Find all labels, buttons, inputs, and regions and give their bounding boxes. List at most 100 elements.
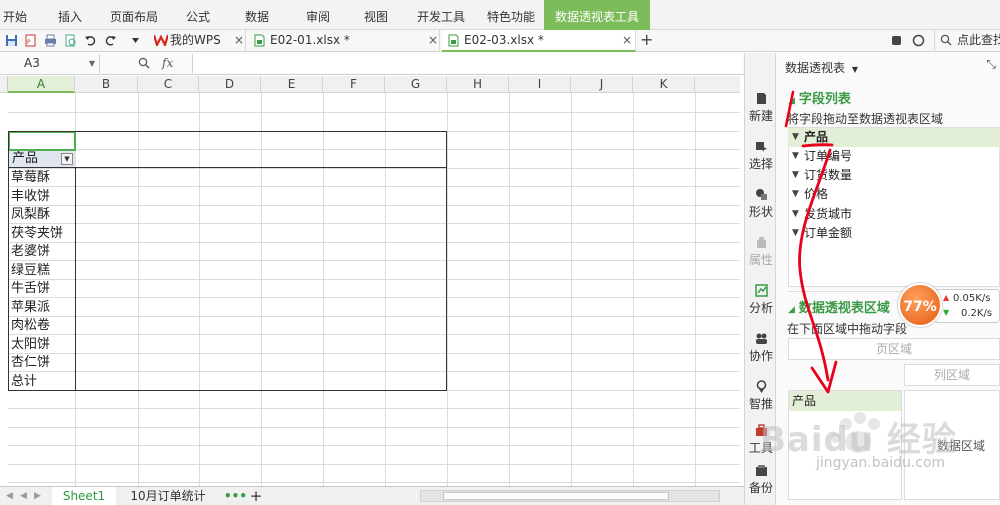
undo-icon[interactable] <box>84 34 97 47</box>
column-header-e[interactable]: E <box>261 76 323 93</box>
watermark-url: jingyan.baidu.com <box>816 455 946 471</box>
pivot-area-hint: 在下面区域中拖动字段 <box>787 322 908 336</box>
page-zone[interactable]: 页区域 <box>788 338 1000 360</box>
chevron-down-icon[interactable]: ▼ <box>89 54 95 73</box>
menu-formula[interactable]: 公式 <box>176 0 220 30</box>
pivot-row-label: 凤梨酥 <box>11 207 51 222</box>
caret-icon: ▼ <box>792 151 799 161</box>
column-header-a[interactable]: A <box>8 76 75 93</box>
name-box[interactable]: A3 ▼ <box>0 54 100 73</box>
panel-title[interactable]: 数据透视表 ▼ <box>785 59 858 76</box>
save-icon[interactable] <box>5 34 18 47</box>
menu-insert[interactable]: 插入 <box>48 0 92 30</box>
customize-dropdown-icon[interactable] <box>131 36 140 45</box>
pivot-row-label: 太阳饼 <box>11 336 51 352</box>
scrollbar-thumb[interactable] <box>443 492 669 500</box>
field-item[interactable]: ▼ 产品 <box>788 128 1000 147</box>
field-item[interactable]: ▼ 订单编号 <box>788 147 1000 166</box>
column-zone[interactable]: 列区域 <box>904 364 1000 386</box>
pivot-table-header-line <box>8 167 447 168</box>
field-item[interactable]: ▼ 订单金额 <box>788 224 1000 243</box>
sidebar-property-button[interactable]: 属性 <box>745 231 777 279</box>
first-sheet-icon[interactable]: ◀ <box>6 487 13 505</box>
watermark-text: Baidu 经验 <box>760 420 957 460</box>
pivot-header-cell[interactable]: 产品 ▼ <box>9 151 75 167</box>
select-all-corner[interactable] <box>0 76 8 93</box>
more-sheets-icon[interactable]: ••• <box>224 487 247 505</box>
redo-icon[interactable] <box>104 34 117 47</box>
column-header-b[interactable]: B <box>75 76 138 93</box>
sidebar-analyze-button[interactable]: 分析 <box>745 279 777 327</box>
ribbon-menu: 开始 插入 页面布局 公式 数据 审阅 视图 开发工具 特色功能 数据透视表工具 <box>0 0 1000 30</box>
insert-function-icon[interactable]: fx <box>162 54 173 73</box>
tab-e02-03[interactable]: E02-03.xlsx * × <box>442 30 636 52</box>
menu-home[interactable]: 开始 <box>0 0 30 30</box>
sidebar-select-label: 选择 <box>748 157 773 171</box>
menu-view[interactable]: 视图 <box>354 0 398 30</box>
column-header-f[interactable]: F <box>323 76 385 93</box>
column-header-h[interactable]: H <box>447 76 509 93</box>
formula-function-area: fx <box>136 54 192 73</box>
field-list-title: 字段列表 <box>798 92 851 107</box>
close-icon[interactable]: × <box>622 30 632 50</box>
spreadsheet-grid[interactable]: A B C D E F G H I J K 产品 ▼ 草莓酥 丰收饼 凤梨酥 茯… <box>0 76 740 486</box>
new-tab-button[interactable]: + <box>640 30 653 50</box>
column-header-d[interactable]: D <box>199 76 261 93</box>
network-speed-widget[interactable]: ▲ 0.05K/s ▼ 0.2K/s 77% <box>898 283 1000 329</box>
sheet-tab-sheet1[interactable]: Sheet1 <box>52 487 116 505</box>
column-header-i[interactable]: I <box>509 76 571 93</box>
collapse-panel-icon[interactable]: ⤡ <box>986 57 996 72</box>
skin-icon[interactable] <box>890 34 903 47</box>
speed-percent-badge[interactable]: 77% <box>898 283 942 327</box>
menu-page-layout[interactable]: 页面布局 <box>104 0 164 30</box>
pivot-row-label: 肉松卷 <box>11 318 51 333</box>
tab-e02-01[interactable]: E02-01.xlsx * × <box>248 30 440 52</box>
column-header-k[interactable]: K <box>633 76 695 93</box>
pivot-total-label: 总计 <box>11 373 38 389</box>
column-header-filler <box>695 76 740 93</box>
tab-my-wps-label: 我的WPS <box>170 33 221 47</box>
sidebar-collaborate-button[interactable]: 协作 <box>745 327 777 375</box>
sheet-tab-october-orders[interactable]: 10月订单统计 <box>122 487 214 505</box>
horizontal-scrollbar[interactable] <box>420 490 720 502</box>
menu-features[interactable]: 特色功能 <box>480 0 542 30</box>
close-icon[interactable]: × <box>428 30 438 50</box>
expand-triangle-icon[interactable]: ◢ <box>788 305 795 315</box>
menu-developer[interactable]: 开发工具 <box>410 0 472 30</box>
column-header-g[interactable]: G <box>385 76 447 93</box>
print-icon[interactable] <box>44 34 57 47</box>
feedback-icon[interactable] <box>912 34 925 47</box>
column-header-c[interactable]: C <box>138 76 199 93</box>
gridline-horizontal <box>8 112 740 113</box>
panel-title-label: 数据透视表 <box>785 61 846 75</box>
field-item[interactable]: ▼ 价格 <box>788 185 1000 204</box>
add-sheet-button[interactable]: + <box>248 487 264 505</box>
next-sheet-icon[interactable]: ▶ <box>34 487 41 505</box>
chevron-down-icon[interactable]: ▼ <box>852 65 858 74</box>
expand-triangle-icon[interactable]: ◢ <box>788 96 795 106</box>
close-icon[interactable]: × <box>234 30 244 50</box>
menu-pivot-tools[interactable]: 数据透视表工具 <box>544 0 650 30</box>
menu-review[interactable]: 审阅 <box>296 0 340 30</box>
sidebar-select-button[interactable]: 选择 <box>745 135 777 183</box>
search-box[interactable]: 点此查找 <box>934 30 1000 52</box>
field-item[interactable]: ▼ 发货城市 <box>788 205 1000 224</box>
sidebar-shape-button[interactable]: 形状 <box>745 183 777 231</box>
column-header-j[interactable]: J <box>571 76 633 93</box>
print-preview-icon[interactable] <box>64 34 77 47</box>
formula-input[interactable] <box>192 54 742 73</box>
export-pdf-icon[interactable]: P <box>24 34 37 47</box>
filter-dropdown-icon[interactable]: ▼ <box>61 153 73 165</box>
field-item-label: 订单编号 <box>804 149 853 163</box>
menu-data[interactable]: 数据 <box>234 0 280 30</box>
document-tab-bar: P 我的WPS × E02-01.xlsx * × E02-03.xlsx * … <box>0 30 1000 52</box>
zoom-icon[interactable] <box>138 57 150 69</box>
sidebar-new-button[interactable]: 新建 <box>745 87 777 135</box>
sidebar-analyze-label: 分析 <box>748 301 773 315</box>
pivot-table-divider <box>75 168 76 390</box>
caret-icon: ▼ <box>792 132 799 142</box>
field-item[interactable]: ▼ 订货数量 <box>788 166 1000 185</box>
speed-readout: ▲ 0.05K/s ▼ 0.2K/s <box>934 289 1000 323</box>
tab-my-wps[interactable]: 我的WPS × <box>148 30 246 52</box>
prev-sheet-icon[interactable]: ◀ <box>20 487 27 505</box>
